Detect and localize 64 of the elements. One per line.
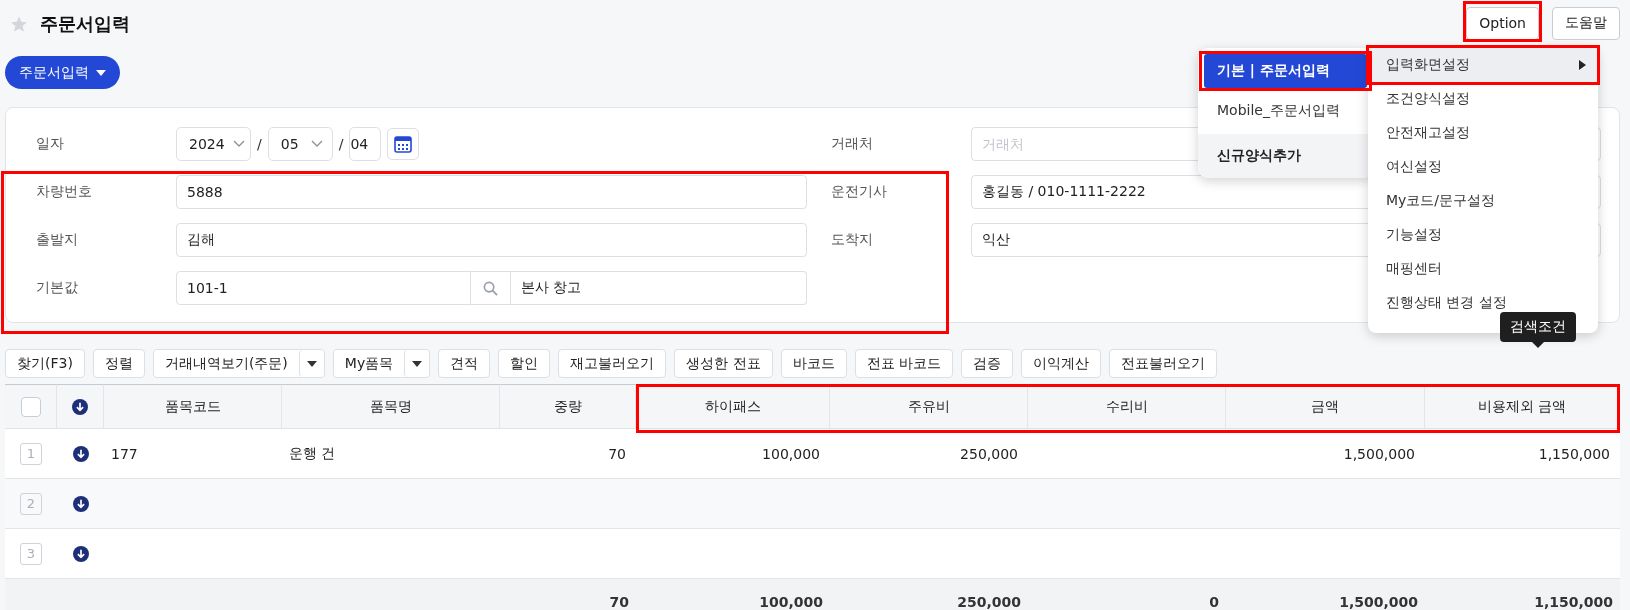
submenu-arrow-icon <box>1579 60 1586 70</box>
toolbar-button[interactable]: 전표 바코드 <box>854 349 954 378</box>
text-field[interactable]: 5888 <box>176 175 807 209</box>
row-number: 1 <box>20 442 42 465</box>
month-select[interactable]: 05 <box>267 127 333 161</box>
page-title: 주문서입력 <box>40 12 130 36</box>
menu-item[interactable]: Mobile_주문서입력 <box>1204 94 1367 128</box>
column-header[interactable]: 품목코드 <box>104 384 282 429</box>
caret-icon <box>412 360 423 367</box>
menu-item[interactable]: 조건양식설정 <box>1368 82 1598 116</box>
field-label: 차량번호 <box>36 183 92 201</box>
toolbar-button[interactable]: 이익계산 <box>1021 349 1102 378</box>
field-label: 거래처 <box>831 135 873 153</box>
field-label: 일자 <box>36 135 64 153</box>
menu-item[interactable]: 기본 | 주문서입력 <box>1204 54 1367 88</box>
option-button[interactable]: Option <box>1466 6 1539 40</box>
field-label: 출발지 <box>36 231 78 249</box>
arrow-down-circle-icon <box>72 495 89 512</box>
arrow-down-circle-icon <box>72 398 88 415</box>
column-header[interactable]: 중량 <box>500 384 636 429</box>
tooltip: 검색조건 <box>1500 312 1576 342</box>
toolbar-button[interactable]: 생성한 전표 <box>674 349 773 378</box>
toolbar-button[interactable]: 재고불러오기 <box>558 349 667 378</box>
row-number: 2 <box>20 492 42 515</box>
help-button[interactable]: 도움말 <box>1552 6 1620 40</box>
chevron-icon <box>310 140 323 148</box>
date-separator: / <box>257 136 262 152</box>
field-label: 기본값 <box>36 279 78 297</box>
code-field[interactable]: 101-1 <box>176 271 471 305</box>
toolbar-button[interactable]: 견적 <box>438 349 491 378</box>
dropdown-toggle[interactable] <box>298 350 324 377</box>
row-number: 3 <box>20 542 42 565</box>
toolbar-button[interactable]: 찾기(F3) <box>5 349 85 378</box>
table-row[interactable]: 1 177 운행 건 70 100,000 250,000 1,500,000 1,150,000 <box>5 429 1620 479</box>
caret-icon <box>306 360 317 367</box>
toolbar-button[interactable]: 전표불러오기 <box>1109 349 1218 378</box>
search-icon <box>483 280 498 296</box>
star-icon[interactable] <box>10 15 28 33</box>
arrow-down-circle-icon <box>72 545 89 562</box>
calendar-icon <box>394 135 413 153</box>
day-field[interactable]: 04 <box>349 127 382 161</box>
tooltip-arrow-icon <box>1532 342 1544 348</box>
warehouse-field: 본사 창고 <box>511 271 807 305</box>
toolbar-button[interactable]: 바코드 <box>780 349 847 378</box>
year-select[interactable]: 2024 <box>176 127 251 161</box>
toolbar-button[interactable]: 할인 <box>498 349 551 378</box>
select-all-checkbox[interactable] <box>20 396 41 417</box>
column-header[interactable]: 품목명 <box>282 384 500 429</box>
menu-item[interactable]: 입력화면설정 <box>1368 48 1598 82</box>
column-header[interactable]: 금액 <box>1226 384 1425 429</box>
calendar-button[interactable] <box>387 128 420 160</box>
arrow-down-circle-icon <box>72 445 89 462</box>
column-header[interactable]: 주유비 <box>830 384 1028 429</box>
chevron-icon <box>232 140 245 148</box>
date-separator: / <box>338 136 344 152</box>
dropdown-toggle[interactable] <box>404 350 430 377</box>
text-field[interactable]: 김해 <box>176 223 807 257</box>
toolbar-button[interactable]: 정렬 <box>92 349 145 378</box>
caret-icon <box>96 69 106 76</box>
toolbar-button[interactable]: 검증 <box>961 349 1014 378</box>
form-selector-button[interactable]: 주문서입력 <box>5 56 120 89</box>
field-label: 도착지 <box>831 231 873 249</box>
column-header[interactable]: 수리비 <box>1028 384 1226 429</box>
field-label: 운전기사 <box>831 183 887 201</box>
